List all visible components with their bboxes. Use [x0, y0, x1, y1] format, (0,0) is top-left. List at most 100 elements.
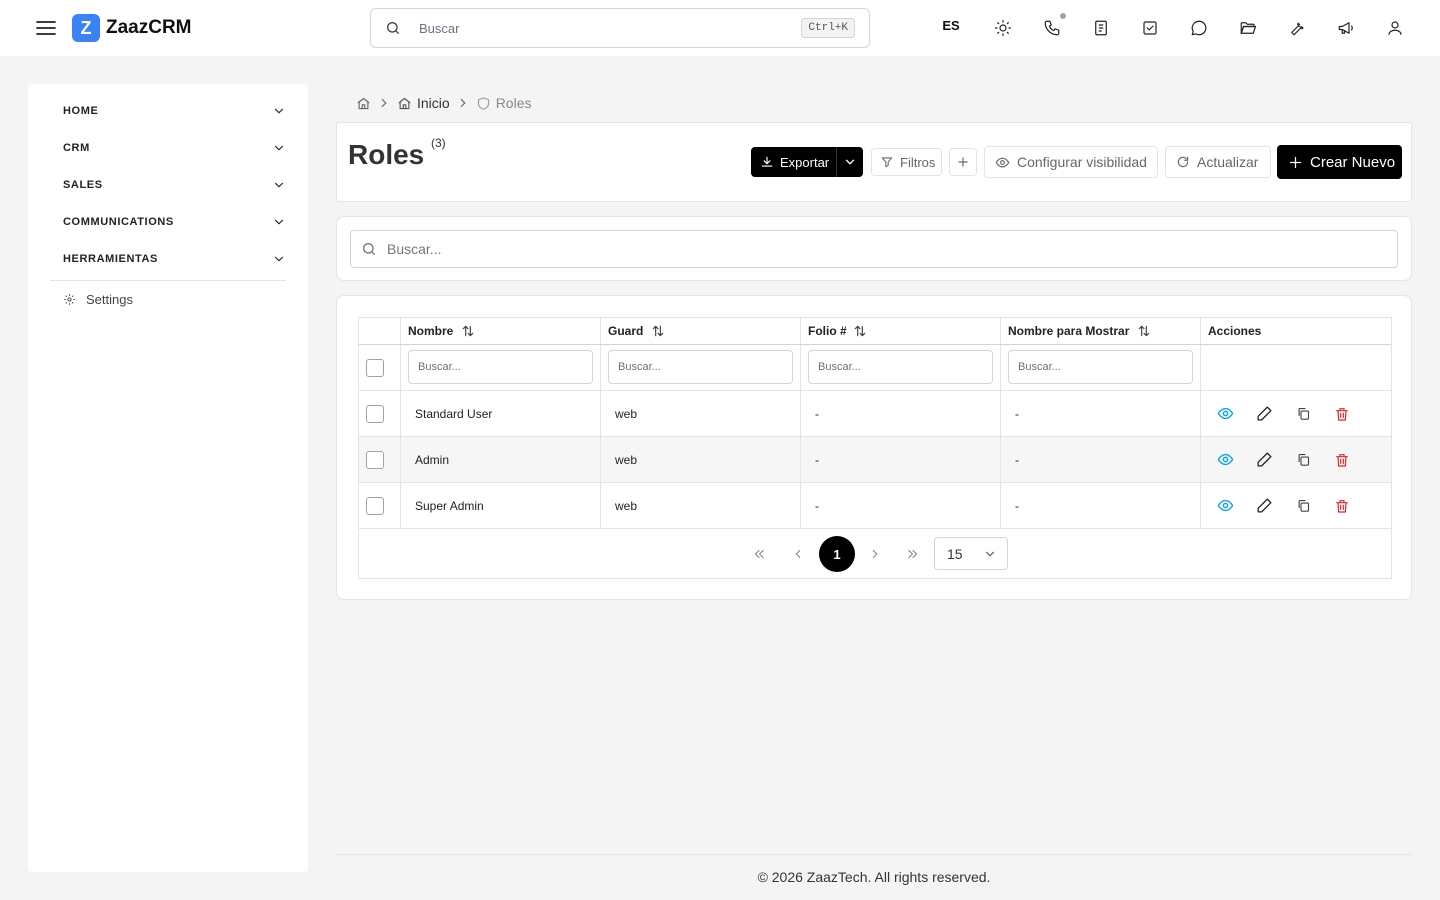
sidebar-item-herramientas[interactable]: HERRAMIENTAS	[50, 246, 286, 272]
sun-icon[interactable]	[991, 16, 1015, 40]
next-page-icon[interactable]	[857, 536, 893, 572]
cell-display-name: -	[1001, 483, 1201, 528]
phone-icon[interactable]	[1040, 13, 1066, 40]
global-search[interactable]: Ctrl+K	[370, 8, 870, 48]
breadcrumb-current-label: Roles	[495, 95, 532, 111]
global-search-input[interactable]	[419, 20, 789, 36]
column-header-label: Nombre	[408, 324, 454, 338]
first-page-icon[interactable]	[741, 536, 777, 572]
language-switcher[interactable]: ES	[937, 18, 965, 33]
footer-copyright: © 2026 ZaazTech. All rights reserved.	[757, 869, 991, 885]
cell-guard: web	[601, 437, 801, 482]
sort-icon[interactable]	[651, 324, 665, 338]
export-dropdown-button[interactable]	[836, 147, 863, 177]
top-bar: Z ZaazCRM Ctrl+K ES	[0, 0, 1440, 56]
chevron-down-icon	[272, 252, 286, 266]
sidebar-item-sales[interactable]: SALES	[50, 172, 286, 198]
shield-icon	[477, 96, 489, 110]
app-logo[interactable]: Z ZaazCRM	[72, 14, 192, 42]
refresh-label: Actualizar	[1197, 154, 1259, 170]
per-page-select[interactable]: 15	[934, 537, 1008, 570]
column-header-folio[interactable]: Folio #	[801, 318, 1001, 344]
megaphone-icon[interactable]	[1334, 16, 1358, 40]
chevron-down-icon	[845, 159, 855, 165]
edit-icon[interactable]	[1254, 496, 1274, 516]
page-button-current[interactable]: 1	[819, 536, 855, 572]
cell-folio: -	[801, 437, 1001, 482]
filter-cell	[1001, 345, 1201, 390]
table-search[interactable]	[350, 230, 1398, 268]
sidebar-item-settings[interactable]: Settings	[63, 292, 133, 307]
view-icon[interactable]	[1215, 496, 1235, 516]
add-filter-button[interactable]	[949, 148, 977, 176]
row-actions	[1201, 391, 1352, 436]
sidebar-item-communications[interactable]: COMMUNICATIONS	[50, 209, 286, 235]
sidebar-item-crm[interactable]: CRM	[50, 135, 286, 161]
breadcrumb-home-label: Inicio	[417, 95, 450, 111]
column-header-display-name[interactable]: Nombre para Mostrar	[1001, 318, 1201, 344]
cell-nombre: Super Admin	[401, 483, 601, 528]
row-checkbox[interactable]	[366, 405, 384, 423]
settings-label: Settings	[86, 292, 133, 307]
previous-page-icon[interactable]	[780, 536, 816, 572]
table-row[interactable]: Standard User web - -	[359, 391, 1391, 437]
notes-icon[interactable]	[1089, 16, 1113, 40]
footer-divider	[336, 854, 1412, 855]
filter-guard-input[interactable]	[608, 350, 793, 384]
page-header-card: Roles (3) Exportar Filtros Configurar vi…	[336, 122, 1412, 202]
chevron-down-icon	[272, 178, 286, 192]
table-row[interactable]: Admin web - -	[359, 437, 1391, 483]
home-icon	[398, 97, 411, 109]
filter-cell	[601, 345, 801, 390]
filters-button[interactable]: Filtros	[871, 148, 942, 176]
edit-icon[interactable]	[1254, 404, 1274, 424]
last-page-icon[interactable]	[895, 536, 931, 572]
folder-icon[interactable]	[1236, 16, 1260, 40]
create-new-label: Crear Nuevo	[1310, 153, 1396, 171]
sort-icon[interactable]	[1137, 324, 1151, 338]
logo-mark: Z	[72, 14, 100, 42]
sidebar-item-home[interactable]: HOME	[50, 98, 286, 124]
breadcrumb-home-link[interactable]: Inicio	[397, 95, 450, 111]
wrench-icon[interactable]	[1285, 16, 1309, 40]
search-icon	[385, 20, 401, 36]
trash-icon[interactable]	[1332, 450, 1352, 470]
view-icon[interactable]	[1215, 404, 1235, 424]
configure-visibility-button[interactable]: Configurar visibilidad	[984, 146, 1158, 178]
view-icon[interactable]	[1215, 450, 1235, 470]
copy-icon[interactable]	[1293, 404, 1313, 424]
home-icon[interactable]	[356, 96, 371, 111]
cell-folio: -	[801, 391, 1001, 436]
cell-nombre: Admin	[401, 437, 601, 482]
filter-row	[359, 345, 1391, 391]
sort-icon[interactable]	[853, 324, 867, 338]
column-header-nombre[interactable]: Nombre	[401, 318, 601, 344]
select-all-checkbox[interactable]	[366, 359, 384, 377]
trash-icon[interactable]	[1332, 404, 1352, 424]
filter-nombre-input[interactable]	[408, 350, 593, 384]
create-new-button[interactable]: Crear Nuevo	[1277, 145, 1402, 179]
chevron-down-icon	[985, 551, 995, 556]
edit-icon[interactable]	[1254, 450, 1274, 470]
table-row[interactable]: Super Admin web - -	[359, 483, 1391, 529]
tasks-icon[interactable]	[1138, 16, 1162, 40]
export-button[interactable]: Exportar	[751, 147, 837, 177]
row-checkbox[interactable]	[366, 497, 384, 515]
copy-icon[interactable]	[1293, 496, 1313, 516]
sidebar-item-label: HERRAMIENTAS	[63, 253, 158, 265]
chat-icon[interactable]	[1187, 16, 1211, 40]
hamburger-menu-icon[interactable]	[34, 16, 58, 40]
column-header-guard[interactable]: Guard	[601, 318, 801, 344]
user-icon[interactable]	[1383, 16, 1407, 40]
sort-icon[interactable]	[461, 324, 475, 338]
filter-folio-input[interactable]	[808, 350, 993, 384]
trash-icon[interactable]	[1332, 496, 1352, 516]
filter-display-name-input[interactable]	[1008, 350, 1193, 384]
sidebar-item-label: SALES	[63, 179, 103, 191]
row-checkbox[interactable]	[366, 451, 384, 469]
sidebar-item-label: HOME	[63, 105, 99, 117]
copy-icon[interactable]	[1293, 450, 1313, 470]
table-search-input[interactable]	[387, 241, 1377, 257]
refresh-button[interactable]: Actualizar	[1165, 146, 1271, 178]
per-page-value: 15	[947, 545, 963, 562]
